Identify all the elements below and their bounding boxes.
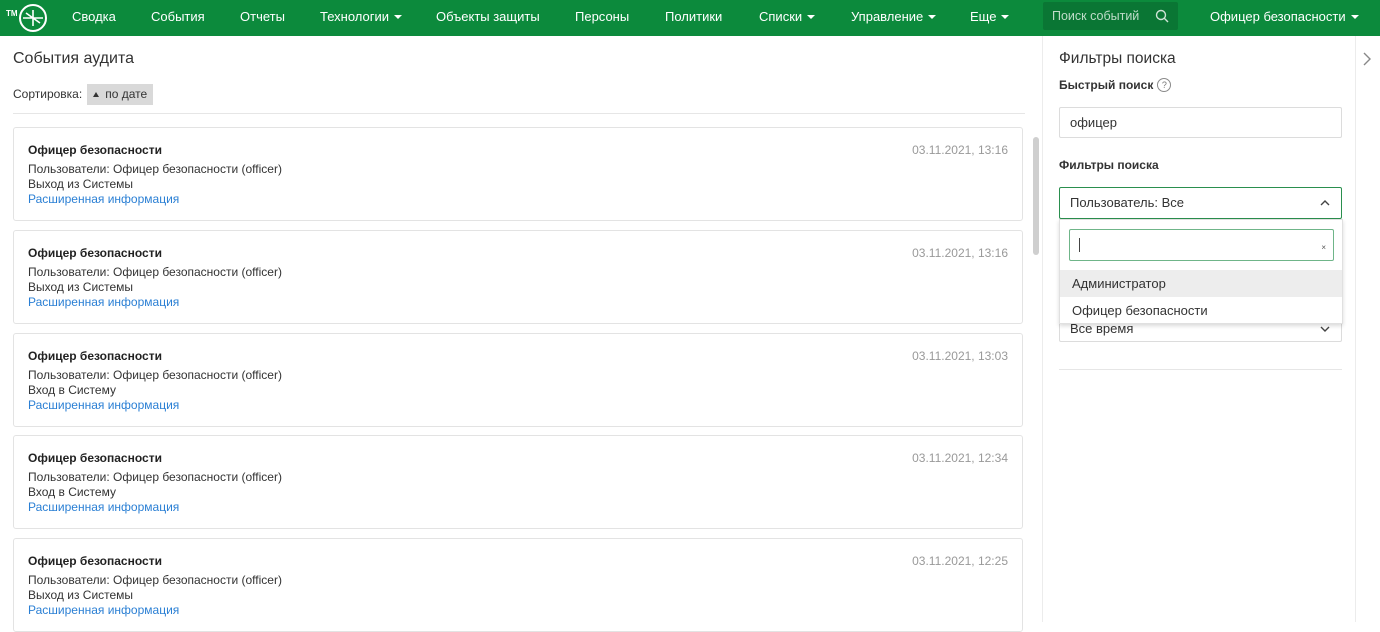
event-date: 03.11.2021, 13:03 [912, 349, 1008, 363]
event-date: 03.11.2021, 13:16 [912, 246, 1008, 260]
event-date: 03.11.2021, 13:16 [912, 143, 1008, 157]
event-card[interactable]: Офицер безопасности Пользователи: Офицер… [13, 435, 1023, 529]
user-filter-select[interactable]: Пользователь: Все [1059, 187, 1342, 219]
chevron-right-icon[interactable] [1362, 52, 1372, 66]
sort-label: Сортировка: [13, 87, 83, 101]
nav-item-label: Политики [665, 9, 723, 24]
sort-value: по дате [105, 86, 148, 101]
nav-item-label: Персоны [575, 9, 630, 24]
event-users: Пользователи: Офицер безопасности (offic… [28, 162, 282, 176]
sort-ascending-icon [93, 91, 100, 97]
text-cursor [1079, 238, 1080, 252]
dropdown-option-administrator[interactable]: Администратор [1060, 270, 1342, 297]
nav-item-label: События [151, 9, 205, 24]
nav-item-events[interactable]: События [151, 0, 205, 36]
filters-label: Фильтры поиска [1059, 158, 1159, 172]
nav-item-technologies[interactable]: Технологии [320, 0, 403, 36]
sort-by-date-button[interactable]: по дате [87, 83, 154, 105]
event-title: Офицер безопасности [28, 143, 162, 157]
extended-info-link[interactable]: Расширенная информация [28, 603, 179, 617]
nav-item-label: Списки [759, 9, 803, 24]
nav-item-reports[interactable]: Отчеты [240, 0, 285, 36]
quick-search-label-text: Быстрый поиск [1059, 78, 1154, 92]
event-action: Вход в Систему [28, 383, 116, 397]
user-filter-dropdown: × Администратор Офицер безопасности [1059, 219, 1343, 324]
nav-item-lists[interactable]: Списки [759, 0, 816, 36]
event-title: Офицер безопасности [28, 554, 162, 568]
caret-down-icon [1350, 15, 1359, 19]
chevron-down-icon [1320, 326, 1330, 332]
event-card[interactable]: Офицер безопасности Пользователи: Офицер… [13, 230, 1023, 324]
event-action: Вход в Систему [28, 485, 116, 499]
caret-down-icon [394, 15, 403, 19]
caret-down-icon [928, 15, 937, 19]
event-title: Офицер безопасности [28, 451, 162, 465]
event-action: Выход из Системы [28, 280, 134, 294]
event-search-box [1043, 2, 1178, 30]
nav-item-more[interactable]: Еще [970, 0, 1010, 36]
nav-item-label: Сводка [72, 9, 116, 24]
event-list-scrollbar[interactable] [1033, 137, 1039, 255]
event-action: Выход из Системы [28, 588, 134, 602]
help-icon[interactable]: ? [1157, 78, 1172, 92]
extended-info-link[interactable]: Расширенная информация [28, 192, 179, 206]
panel-title: Фильтры поиска [1059, 50, 1176, 67]
event-search-input[interactable] [1043, 2, 1153, 30]
nav-item-label: Еще [970, 9, 997, 24]
event-date: 03.11.2021, 12:25 [912, 554, 1008, 568]
caret-down-icon [807, 15, 816, 19]
event-title: Офицер безопасности [28, 349, 162, 363]
chevron-up-icon [1320, 200, 1330, 206]
page-title: События аудита [13, 50, 134, 67]
nav-item-persons[interactable]: Персоны [575, 0, 629, 36]
clear-icon[interactable]: × [1321, 243, 1326, 252]
quick-search-label: Быстрый поиск ? [1059, 78, 1172, 92]
nav-item-policies[interactable]: Политики [665, 0, 722, 36]
event-card[interactable]: Офицер безопасности Пользователи: Офицер… [13, 333, 1023, 427]
user-filter-value: Пользователь: Все [1070, 195, 1184, 210]
search-icon[interactable] [1155, 9, 1169, 23]
event-users: Пользователи: Офицер безопасности (offic… [28, 470, 282, 484]
caret-down-icon [1001, 15, 1010, 19]
extended-info-link[interactable]: Расширенная информация [28, 295, 179, 309]
extended-info-link[interactable]: Расширенная информация [28, 398, 179, 412]
nav-item-protected-objects[interactable]: Объекты защиты [436, 0, 540, 36]
divider [1059, 369, 1342, 370]
event-users: Пользователи: Офицер безопасности (offic… [28, 368, 282, 382]
quick-search-input[interactable] [1059, 107, 1342, 138]
event-card[interactable]: Офицер безопасности Пользователи: Офицер… [13, 538, 1023, 632]
dropdown-search-input[interactable]: × [1069, 229, 1334, 261]
user-menu[interactable]: Офицер безопасности [1210, 0, 1359, 36]
event-users: Пользователи: Офицер безопасности (offic… [28, 265, 282, 279]
divider [13, 113, 1025, 114]
nav-item-label: Объекты защиты [436, 9, 540, 24]
event-card[interactable]: Офицер безопасности Пользователи: Офицер… [13, 127, 1023, 221]
dropdown-option-security-officer[interactable]: Офицер безопасности [1060, 297, 1342, 324]
top-navigation-bar: TM Сводка События Отчеты Технологии Объе… [0, 0, 1380, 36]
event-action: Выход из Системы [28, 177, 134, 191]
user-name: Офицер безопасности [1210, 9, 1346, 24]
search-filters-panel: Фильтры поиска Быстрый поиск ? Фильтры п… [1042, 36, 1356, 622]
nav-item-label: Технологии [320, 9, 390, 24]
nav-item-label: Отчеты [240, 9, 285, 24]
nav-item-label: Управление [851, 9, 924, 24]
sort-row: Сортировка: по дате [13, 83, 154, 105]
nav-item-management[interactable]: Управление [851, 0, 937, 36]
extended-info-link[interactable]: Расширенная информация [28, 500, 179, 514]
event-users: Пользователи: Офицер безопасности (offic… [28, 573, 282, 587]
nav-item-summary[interactable]: Сводка [72, 0, 116, 36]
event-date: 03.11.2021, 12:34 [912, 451, 1008, 465]
event-title: Офицер безопасности [28, 246, 162, 260]
